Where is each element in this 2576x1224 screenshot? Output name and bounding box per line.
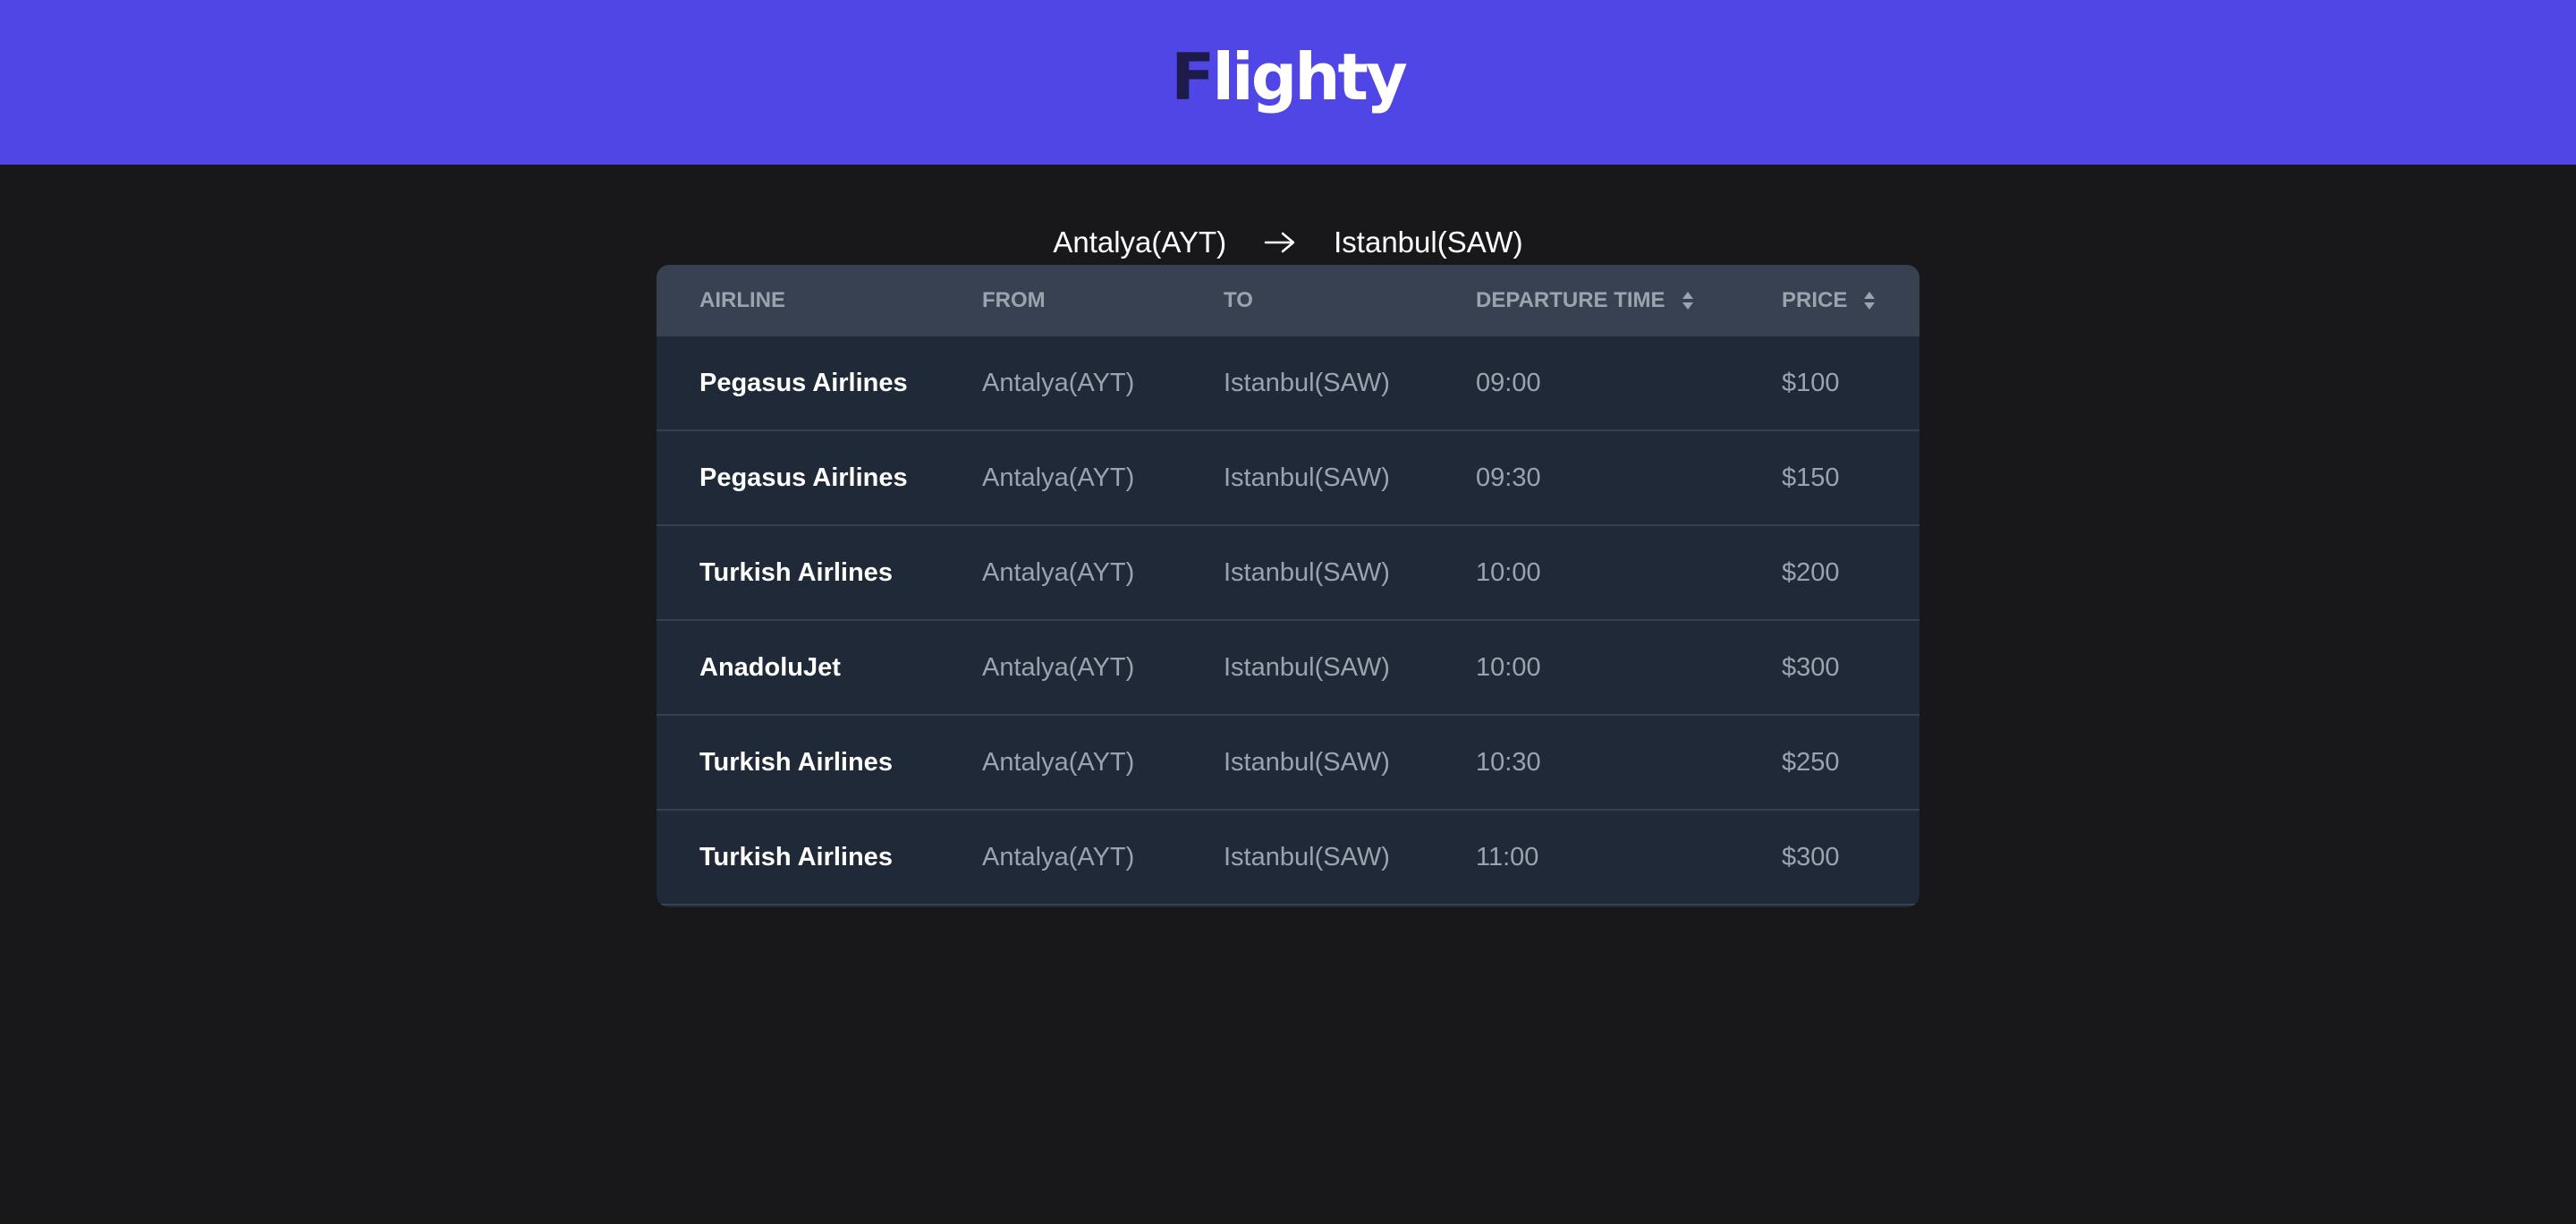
cell-from: Antalya(AYT)	[982, 368, 1135, 397]
cell-to: Istanbul(SAW)	[1224, 368, 1390, 397]
cell-departure-time: 10:30	[1476, 747, 1541, 777]
cell-from: Antalya(AYT)	[982, 652, 1135, 682]
header-price[interactable]: PRICE	[1782, 265, 1876, 336]
cell-departure-time: 10:00	[1476, 652, 1541, 682]
cell-to: Istanbul(SAW)	[1224, 747, 1390, 777]
cell-airline: AnadoluJet	[699, 652, 841, 682]
cell-airline: Turkish Airlines	[699, 747, 893, 777]
cell-from: Antalya(AYT)	[982, 463, 1135, 492]
table-header: AIRLINE FROM TO DEPARTURE TIME PRICE	[657, 265, 1919, 336]
table-row[interactable]: AnadoluJet Antalya(AYT) Istanbul(SAW) 10…	[657, 621, 1919, 716]
cell-price: $300	[1782, 842, 1840, 871]
cell-departure-time: 10:00	[1476, 557, 1541, 587]
arrow-right-icon	[1262, 229, 1298, 256]
route-from: Antalya(AYT)	[1053, 225, 1227, 259]
sort-icon[interactable]	[1682, 291, 1694, 310]
cell-departure-time: 11:00	[1476, 842, 1539, 871]
table-row[interactable]: Turkish Airlines Antalya(AYT) Istanbul(S…	[657, 811, 1919, 905]
header-price-label: PRICE	[1782, 288, 1848, 312]
cell-price: $300	[1782, 652, 1840, 682]
route-title: Antalya(AYT) Istanbul(SAW)	[0, 222, 2576, 263]
cell-from: Antalya(AYT)	[982, 747, 1135, 777]
flights-table: AIRLINE FROM TO DEPARTURE TIME PRICE Peg…	[657, 265, 1919, 907]
cell-price: $200	[1782, 557, 1840, 587]
cell-to: Istanbul(SAW)	[1224, 842, 1390, 871]
header-to: TO	[1224, 288, 1253, 312]
cell-price: $150	[1782, 463, 1840, 492]
table-row[interactable]: Turkish Airlines Antalya(AYT) Istanbul(S…	[657, 716, 1919, 811]
cell-price: $250	[1782, 747, 1840, 777]
header-departure-time[interactable]: DEPARTURE TIME	[1476, 265, 1694, 336]
cell-to: Istanbul(SAW)	[1224, 652, 1390, 682]
cell-departure-time: 09:00	[1476, 368, 1541, 397]
header-airline: AIRLINE	[699, 288, 785, 312]
cell-departure-time: 09:30	[1476, 463, 1541, 492]
header-from: FROM	[982, 288, 1046, 312]
cell-airline: Turkish Airlines	[699, 842, 893, 871]
cell-airline: Pegasus Airlines	[699, 368, 908, 397]
route-to: Istanbul(SAW)	[1334, 225, 1523, 259]
cell-from: Antalya(AYT)	[982, 842, 1135, 871]
cell-from: Antalya(AYT)	[982, 557, 1135, 587]
cell-to: Istanbul(SAW)	[1224, 463, 1390, 492]
cell-to: Istanbul(SAW)	[1224, 557, 1390, 587]
app-header: Flighty	[0, 0, 2576, 165]
table-row[interactable]: Pegasus Airlines Antalya(AYT) Istanbul(S…	[657, 336, 1919, 431]
table-row[interactable]: Turkish Airlines Antalya(AYT) Istanbul(S…	[657, 526, 1919, 621]
cell-airline: Pegasus Airlines	[699, 463, 908, 492]
table-row[interactable]: Pegasus Airlines Antalya(AYT) Istanbul(S…	[657, 431, 1919, 526]
logo-initial: F	[1171, 39, 1215, 115]
app-logo[interactable]: Flighty	[1171, 45, 1408, 109]
cell-airline: Turkish Airlines	[699, 557, 893, 587]
cell-price: $100	[1782, 368, 1840, 397]
logo-text: lighty	[1212, 39, 1408, 115]
header-departure-time-label: DEPARTURE TIME	[1476, 288, 1665, 312]
sort-icon[interactable]	[1863, 291, 1876, 310]
